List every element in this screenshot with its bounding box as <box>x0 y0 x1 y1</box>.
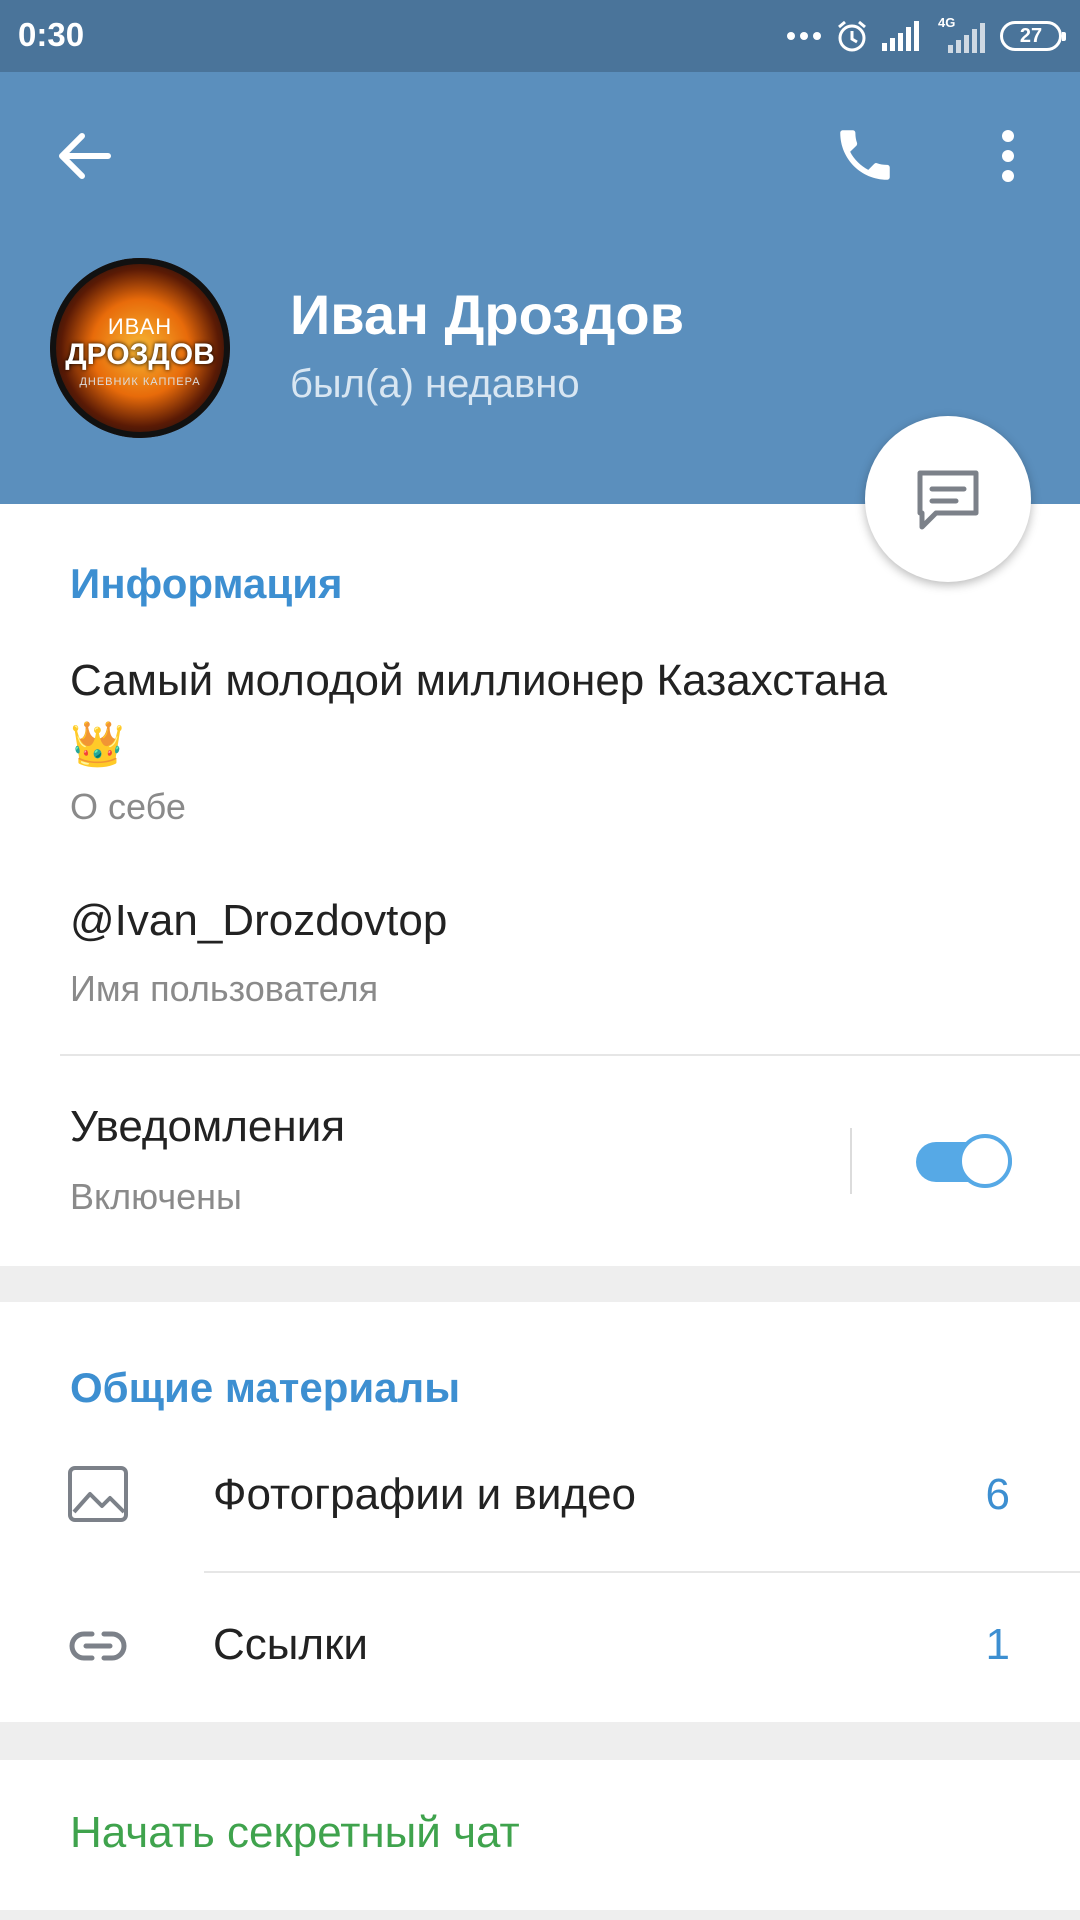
shared-photos-label[interactable]: Фотографии и видео <box>213 1470 636 1520</box>
divider <box>60 1054 1080 1056</box>
phone-icon[interactable] <box>832 122 898 188</box>
avatar-text-3: ДНЕВНИК КАППЕРА <box>79 376 201 388</box>
toggle-knob <box>958 1134 1012 1188</box>
alarm-icon <box>838 20 866 52</box>
info-title: Информация <box>70 560 343 607</box>
back-arrow-icon[interactable] <box>52 124 116 188</box>
notifications-toggle[interactable] <box>914 1132 1018 1192</box>
link-icon <box>69 1631 127 1661</box>
image-icon <box>68 1466 128 1522</box>
status-time: 0:30 <box>18 16 85 53</box>
signal-4g-icon: 4G <box>934 15 988 53</box>
start-secret-chat-button[interactable]: Начать секретный чат <box>70 1808 520 1858</box>
shared-links-count: 1 <box>985 1620 1010 1669</box>
bio-emoji: 👑 <box>70 720 125 769</box>
more-vert-icon[interactable] <box>984 124 1032 188</box>
profile-name: Иван Дроздов <box>290 283 685 346</box>
status-bar: 0:30 4G 27 <box>0 0 1080 72</box>
username-label: Имя пользователя <box>70 968 379 1009</box>
shared-photos-count: 6 <box>985 1470 1010 1519</box>
more-dots-icon <box>787 32 821 40</box>
signal-icon <box>882 21 919 51</box>
avatar[interactable]: ИВАН ДРОЗДОВ ДНЕВНИК КАППЕРА <box>50 258 230 438</box>
battery-level: 27 <box>1019 24 1043 47</box>
status-icons: 4G 27 <box>786 14 1066 58</box>
username-text[interactable]: @Ivan_Drozdovtop <box>70 896 447 946</box>
divider <box>204 1571 1080 1573</box>
vertical-separator <box>850 1128 852 1194</box>
notifications-value: Включены <box>70 1176 242 1217</box>
message-icon <box>917 470 979 530</box>
shared-links-label[interactable]: Ссылки <box>213 1620 368 1670</box>
notifications-label[interactable]: Уведомления <box>70 1102 345 1152</box>
bio-text: Самый молодой миллионер Казахстана <box>70 656 888 705</box>
battery-icon: 27 <box>1000 21 1066 51</box>
avatar-text-2: ДРОЗДОВ <box>65 338 215 371</box>
message-button[interactable] <box>865 416 1031 582</box>
avatar-text-1: ИВАН <box>107 314 173 339</box>
bio-label: О себе <box>70 786 186 827</box>
last-seen-status: был(а) недавно <box>290 362 580 406</box>
shared-media-title: Общие материалы <box>70 1364 461 1411</box>
